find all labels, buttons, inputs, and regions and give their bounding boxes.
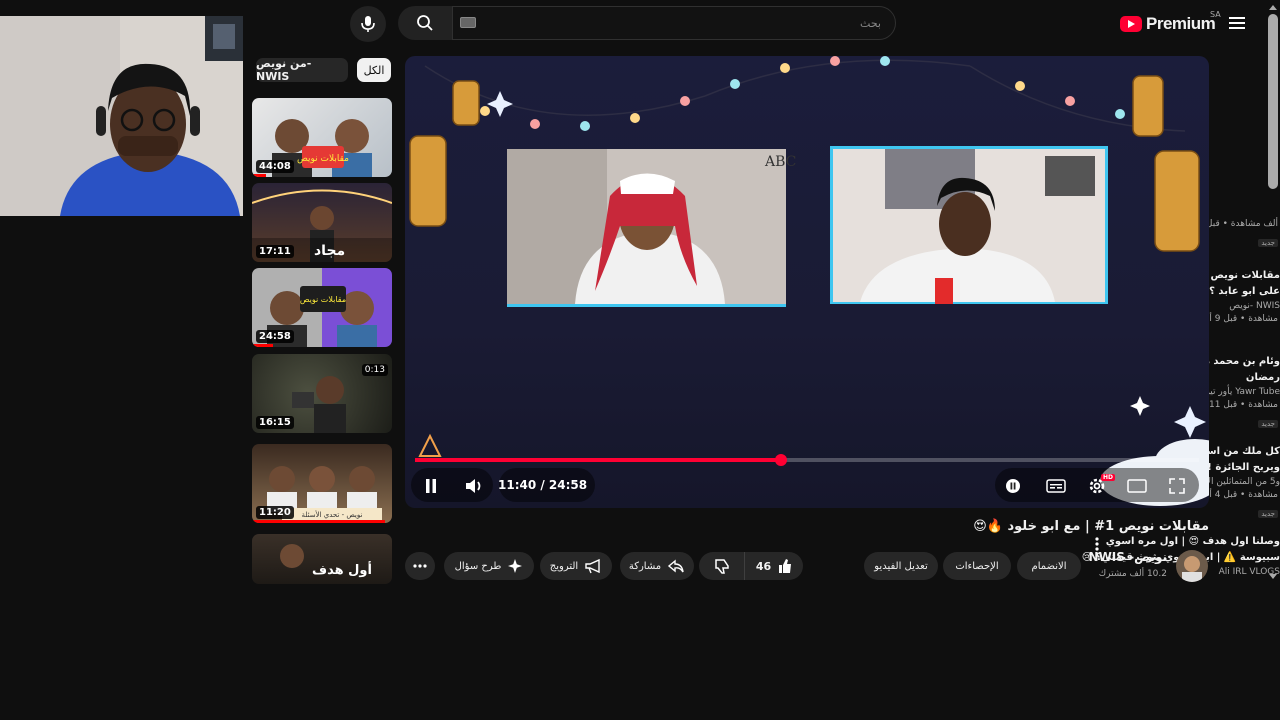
share-icon (668, 559, 684, 573)
avatar-image (1176, 550, 1208, 582)
hd-badge: HD (1101, 474, 1116, 481)
thumbnail-overlay-text: أول هدف (312, 561, 372, 578)
share-label: مشاركة (628, 560, 662, 572)
watch-progress-bar (252, 520, 385, 523)
dislike-button[interactable] (699, 552, 745, 580)
video-title: مقابلات نويص 1# | مع ابو خلود 🔥😍 (973, 519, 1209, 534)
watch-progress-bar (252, 174, 266, 177)
logo-text: Premium (1146, 14, 1216, 33)
promote-label: الترويج (549, 560, 579, 572)
scroll-down-icon[interactable] (1268, 573, 1278, 581)
search-icon (417, 15, 433, 31)
scroll-up-icon[interactable] (1268, 3, 1278, 11)
thumbs-down-icon (714, 559, 729, 574)
subtitles-button[interactable] (1044, 474, 1068, 498)
analytics-button[interactable]: الإحصاءات (943, 552, 1011, 580)
thumbnail-overlay-text: مقابلات نويص (300, 295, 346, 304)
search-input[interactable] (453, 7, 895, 39)
fullscreen-button[interactable] (1165, 474, 1189, 498)
preview-time-badge: 0:13 (361, 364, 388, 376)
duration-badge: 44:08 (256, 160, 294, 173)
search-button[interactable] (398, 6, 452, 40)
like-dislike-group: 46 (699, 552, 803, 580)
channel-name[interactable]: نويص- NWIS (1089, 550, 1167, 564)
webcam-overlay (0, 16, 243, 216)
more-actions-button[interactable] (405, 552, 435, 580)
youtube-premium-logo[interactable]: Premium (1120, 12, 1216, 36)
chip-all[interactable]: الكل (357, 58, 391, 82)
thumbnail-image: أول هدف (280, 544, 372, 578)
hamburger-menu-icon[interactable] (1226, 12, 1248, 34)
video-thumbnail[interactable]: 0:13 16:15 (252, 354, 392, 433)
chip-channel[interactable]: من نويص- NWIS (256, 57, 348, 83)
more-horizontal-icon (413, 564, 427, 568)
thumbnail-overlay-text: مقابلات نويص (297, 154, 349, 164)
thumbs-up-icon (779, 559, 792, 573)
time-display: 11:40 / 24:58 (498, 478, 588, 492)
new-badge: جديد (1258, 239, 1278, 247)
ask-question-button[interactable]: طرح سؤال (444, 552, 534, 580)
new-badge: جديد (1258, 510, 1278, 518)
duration-badge: 24:58 (256, 330, 294, 343)
mute-button[interactable] (461, 474, 487, 498)
fullscreen-icon (1169, 478, 1185, 494)
sparkle-icon (508, 559, 523, 573)
pause-button[interactable] (418, 474, 444, 498)
watermark-text: ABC (764, 154, 796, 170)
subscriber-count: 10.2 ألف مشترك (1098, 569, 1167, 579)
duration-badge: 16:15 (256, 416, 294, 429)
microphone-icon (361, 16, 375, 32)
video-thumbnail[interactable]: مجاد 17:11 (252, 183, 392, 262)
youtube-play-icon (1120, 16, 1142, 32)
thumbnail-overlay-text: نويص - تحدي الأسئلة (302, 510, 363, 519)
video-frame: ABC (409, 56, 1209, 506)
autoplay-toggle[interactable] (1001, 474, 1025, 498)
seek-bar[interactable] (415, 454, 1199, 466)
analytics-label: الإحصاءات (955, 560, 999, 572)
edit-video-label: تعديل الفيديو (874, 560, 928, 572)
like-count: 46 (755, 559, 772, 573)
voice-search-button[interactable] (350, 6, 386, 42)
edit-video-button[interactable]: تعديل الفيديو (864, 552, 938, 580)
video-thumbnail[interactable]: مقابلات نويص 24:58 (252, 268, 392, 347)
pause-icon (426, 479, 436, 493)
seek-bar-played (415, 458, 782, 462)
subtitles-icon (1046, 479, 1066, 493)
settings-button[interactable]: HD (1085, 474, 1116, 498)
video-thumbnail[interactable]: أول هدف (252, 534, 392, 584)
video-thumbnail[interactable]: مقابلات نويص 44:08 (252, 98, 392, 177)
channel-avatar[interactable] (1176, 550, 1208, 582)
video-player[interactable]: ABC HD (405, 56, 1209, 508)
thumbnail-overlay-text: مجاد (314, 243, 345, 259)
like-button[interactable]: 46 (747, 552, 803, 580)
keyboard-icon[interactable] (460, 17, 476, 28)
duration-badge: 11:20 (256, 506, 294, 519)
theater-mode-icon (1127, 479, 1147, 493)
ask-question-label: طرح سؤال (454, 560, 502, 572)
autoplay-pause-icon (1006, 479, 1020, 493)
megaphone-icon (585, 558, 600, 574)
duration-badge: 17:11 (256, 245, 294, 258)
search-box (452, 6, 896, 40)
webcam-image (0, 16, 243, 216)
watch-progress-bar (252, 344, 273, 347)
promote-button[interactable]: الترويج (540, 552, 612, 580)
share-button[interactable]: مشاركة (620, 552, 694, 580)
country-code: SA (1210, 10, 1221, 19)
join-button[interactable]: الانضمام (1017, 552, 1081, 580)
theater-mode-button[interactable] (1125, 474, 1149, 498)
join-label: الانضمام (1031, 560, 1067, 572)
video-thumbnail[interactable]: نويص - تحدي الأسئلة 11:20 (252, 444, 392, 523)
new-badge: جديد (1258, 420, 1278, 428)
page-scrollbar-thumb[interactable] (1268, 14, 1278, 189)
volume-icon (466, 479, 481, 493)
